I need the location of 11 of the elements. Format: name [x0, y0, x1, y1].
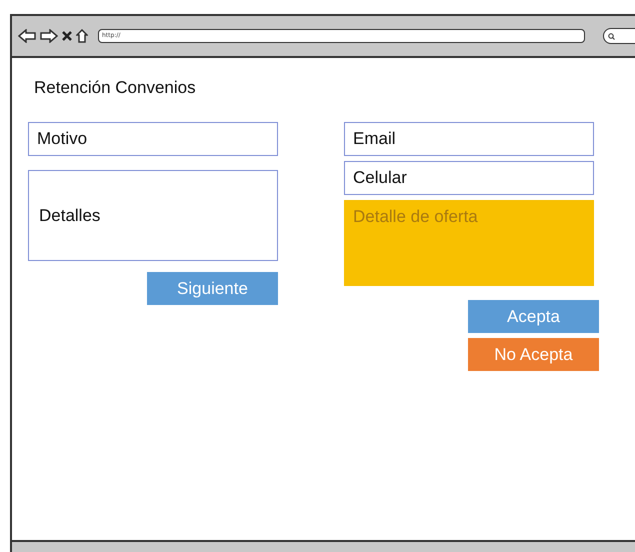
close-icon[interactable]	[62, 31, 72, 41]
forward-icon[interactable]	[40, 29, 58, 43]
page-title: Retención Convenios	[34, 78, 197, 98]
input-field[interactable]: Email	[344, 122, 594, 156]
back-icon[interactable]	[18, 29, 36, 43]
input-field[interactable]: Celular	[344, 161, 594, 195]
offer-details-panel: Detalle de oferta	[344, 200, 594, 286]
search-icon	[608, 32, 615, 40]
search-field[interactable]	[603, 28, 635, 44]
input-field[interactable]: Motivo	[28, 122, 278, 156]
details-field[interactable]: Detalles	[28, 170, 278, 261]
